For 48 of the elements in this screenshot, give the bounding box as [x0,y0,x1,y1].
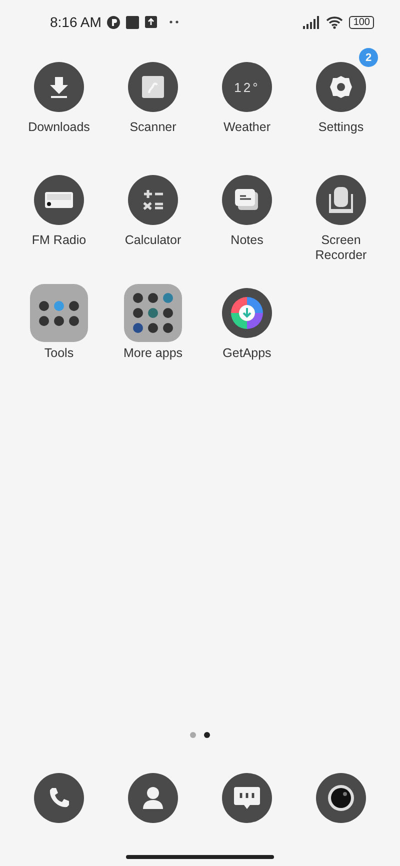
calculator-icon [142,189,164,211]
app-label: Scanner [128,120,178,135]
app-icon[interactable] [128,175,178,225]
app-icon[interactable] [34,62,84,112]
notes-icon [234,188,260,212]
battery-indicator: 100 [349,16,374,28]
folder-icon[interactable] [30,284,88,342]
app-label: More apps [122,346,184,361]
notification-icon [126,16,140,28]
camera-lens-icon [327,784,355,812]
dock-app-icon[interactable] [316,773,366,823]
phone-icon [48,787,70,809]
scan-frame-icon [140,74,166,100]
notification-icon [107,16,120,28]
app-label: GetApps [222,346,272,361]
app-label: Settings [317,120,365,135]
wifi-icon [326,16,344,28]
app-icon[interactable] [34,175,84,225]
page-indicator-dot[interactable] [190,732,196,738]
app-label: Tools [43,346,75,361]
app-icon[interactable] [222,288,272,338]
page-indicator-dot[interactable] [204,732,210,738]
app-icon[interactable]: 12° [222,62,272,112]
status-time: 8:16 AM [50,14,102,30]
app-icon[interactable] [128,62,178,112]
signal-icon [303,16,320,28]
recorder-icon [328,186,354,214]
settings-icon [328,74,354,100]
app-store-icon [230,296,264,330]
dock-app-icon[interactable] [128,773,178,823]
app-icon[interactable] [316,175,366,225]
person-icon [142,786,164,810]
notification-badge: 2 [359,48,378,67]
more-notifications-icon [169,20,180,24]
app-label: Downloads [27,120,91,135]
app-label: Notes [230,233,264,248]
app-icon[interactable] [316,62,366,112]
radio-icon [44,189,74,211]
app-label: Weather [222,120,272,135]
app-label: FM Radio [30,233,88,248]
message-icon [233,785,261,811]
folder-icon[interactable] [124,284,182,342]
dock-app-icon[interactable] [34,773,84,823]
dock-app-icon[interactable] [222,773,272,823]
app-label: Screen Recorder [314,233,368,263]
upload-icon [145,16,158,28]
app-label: Calculator [124,233,182,248]
app-icon[interactable] [222,175,272,225]
